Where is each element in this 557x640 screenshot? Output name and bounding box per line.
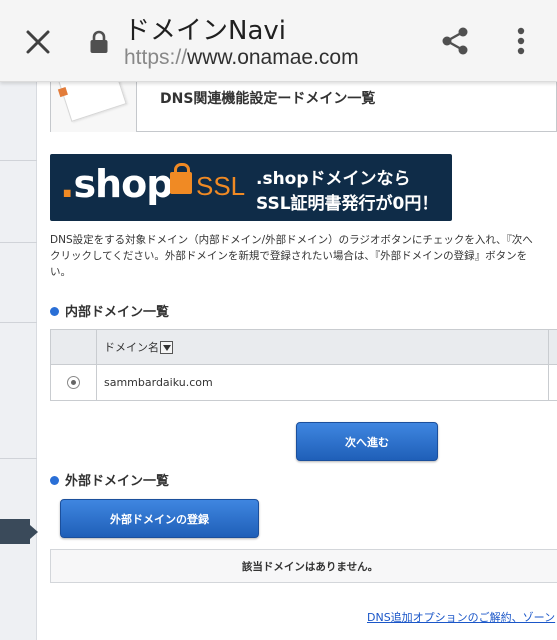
table-cell xyxy=(549,365,557,400)
banner-promo-line1: .shopドメインなら xyxy=(256,169,411,189)
instructions-line: い。 xyxy=(50,266,71,278)
table-header-cell xyxy=(51,330,97,364)
close-icon[interactable] xyxy=(18,22,58,62)
gutter-divider xyxy=(0,242,37,243)
domain-name-cell: sammbardaiku.com xyxy=(97,365,549,400)
table-header-cell xyxy=(549,330,557,364)
lock-icon xyxy=(88,29,110,55)
instructions-text: DNS設定をする対象ドメイン（内部ドメイン/外部ドメイン）のラジオボタンにチェッ… xyxy=(50,232,557,280)
internal-domains-heading: 内部ドメイン一覧 xyxy=(50,301,169,320)
table-row: sammbardaiku.com xyxy=(51,365,557,400)
bullet-icon xyxy=(50,476,59,485)
share-icon[interactable] xyxy=(436,22,474,60)
gutter-divider xyxy=(0,160,37,161)
section-title: DNS関連機能設定ードメイン一覧 xyxy=(160,91,376,107)
shop-logo: .shop xyxy=(60,162,173,206)
browser-toolbar: ドメインNavi https://www.onamae.com xyxy=(0,0,557,82)
instructions-line: クリックしてください。外部ドメインを新規で登録されたい場合は、『外部ドメインの登… xyxy=(50,250,528,262)
banner-lock-icon xyxy=(170,163,192,194)
banner-promo-line2: SSL証明書発行が0円！ xyxy=(256,194,439,214)
page-title: ドメインNavi xyxy=(124,16,286,46)
sort-dropdown-icon[interactable] xyxy=(160,340,173,354)
instructions-line: DNS設定をする対象ドメイン（内部ドメイン/外部ドメイン）のラジオボタンにチェッ… xyxy=(50,234,533,246)
gutter-divider xyxy=(0,322,37,323)
url-display[interactable]: https://www.onamae.com xyxy=(124,46,359,70)
url-host: www.onamae.com xyxy=(187,46,359,69)
table-header-row: ドメイン名 xyxy=(51,330,557,365)
register-external-domain-button[interactable]: 外部ドメインの登録 xyxy=(60,499,259,538)
main-content: DNS関連機能設定ードメイン一覧 .shop SSL .shopドメインなら S… xyxy=(50,82,557,640)
ssl-logo: SSL xyxy=(196,171,246,201)
column-header-domain: ドメイン名 xyxy=(97,330,549,364)
table-cell xyxy=(51,365,97,400)
more-vert-icon[interactable] xyxy=(505,22,537,60)
empty-state-message: 該当ドメインはありません。 xyxy=(50,549,557,583)
side-drawer-tab[interactable] xyxy=(0,519,38,544)
external-domains-heading: 外部ドメイン一覧 xyxy=(50,470,169,489)
internal-domains-table: ドメイン名 sammbardaiku.com xyxy=(50,329,557,401)
side-gutter xyxy=(0,82,37,640)
gutter-divider xyxy=(0,458,37,459)
bullet-icon xyxy=(50,307,59,316)
header-thumbnail xyxy=(51,82,137,132)
domain-radio-button[interactable] xyxy=(67,376,80,389)
section-header: DNS関連機能設定ードメイン一覧 xyxy=(50,82,557,132)
next-button[interactable]: 次へ進む xyxy=(296,422,438,461)
url-scheme: https:// xyxy=(124,46,188,69)
dns-option-cancel-link[interactable]: DNS追加オプションのご解約、ゾーン xyxy=(367,609,555,625)
shop-ssl-banner[interactable]: .shop SSL .shopドメインなら SSL証明書発行が0円！ xyxy=(50,154,452,221)
